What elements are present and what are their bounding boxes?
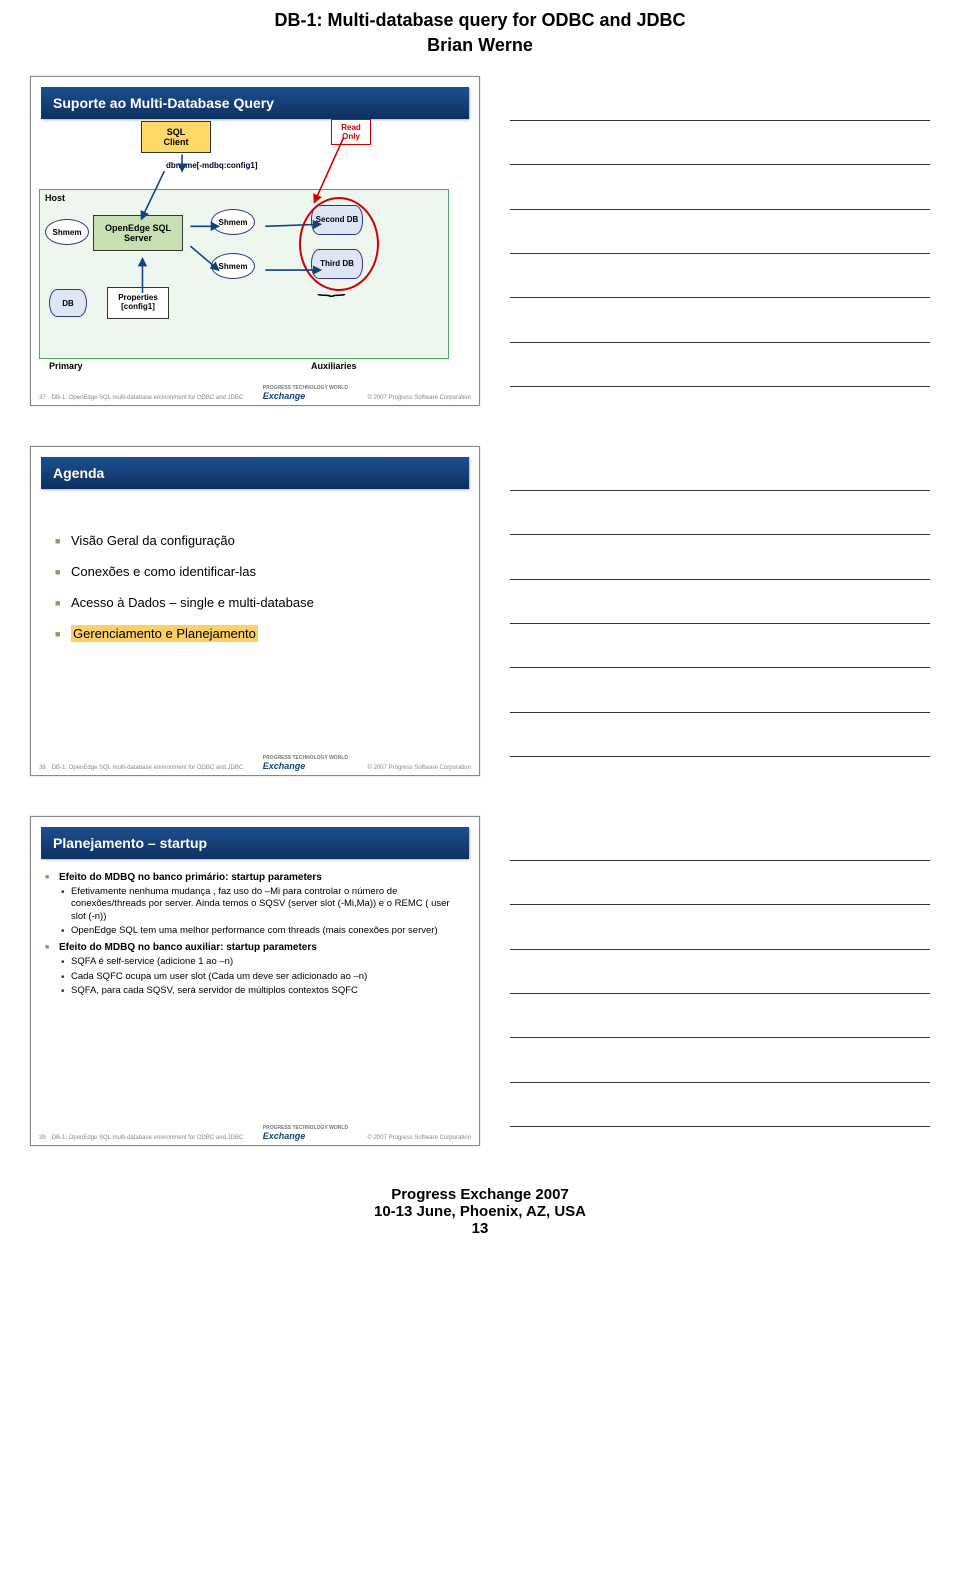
s3-bullet-1: Efeito do MDBQ no banco primário: startu… xyxy=(45,871,465,884)
s3-sub-2-2: Cada SQFC ocupa um user slot (Cada um de… xyxy=(45,971,465,983)
exchange-logo: PROGRESS TECHNOLOGY WORLDExchange xyxy=(263,1125,348,1141)
note-line xyxy=(510,228,930,254)
slide2-footer: 38 DB-1: OpenEdge SQL multi-database env… xyxy=(39,755,471,771)
shmem-1: Shmem xyxy=(45,219,89,245)
logo-main: Exchange xyxy=(263,1131,306,1141)
openedge-sql-server-box: OpenEdge SQL Server xyxy=(93,215,183,251)
note-line xyxy=(510,642,930,668)
slide-3: Planejamento – startup Efeito do MDBQ no… xyxy=(30,816,480,1146)
slide-2: Agenda Visão Geral da configuração Conex… xyxy=(30,446,480,776)
slide-row-2: Agenda Visão Geral da configuração Conex… xyxy=(30,446,930,776)
s3-sub-2-3: SQFA, para cada SQSV, será servidor de m… xyxy=(45,985,465,997)
slide1-footer: 37 DB-1: OpenEdge SQL multi-database env… xyxy=(39,385,471,401)
note-line xyxy=(510,509,930,535)
document-author: Brian Werne xyxy=(30,35,930,56)
document-footer: Progress Exchange 2007 10-13 June, Phoen… xyxy=(30,1186,930,1237)
shmem-2: Shmem xyxy=(211,209,255,235)
note-line xyxy=(510,879,930,905)
slide3-body: Efeito do MDBQ no banco primário: startu… xyxy=(31,859,479,1003)
slide1-num: 37 xyxy=(39,395,46,401)
brace-icon: ⏟ xyxy=(317,279,346,297)
copyright: © 2007 Progress Software Corporation xyxy=(368,395,471,401)
exchange-logo: PROGRESS TECHNOLOGY WORLDExchange xyxy=(263,385,348,401)
db-primary-cylinder: DB xyxy=(49,289,87,317)
slide1-diagram: SQL Client Read Only dbname[-mdbq:config… xyxy=(31,119,479,379)
copyright: © 2007 Progress Software Corporation xyxy=(368,1135,471,1141)
note-line xyxy=(510,598,930,624)
note-line xyxy=(510,924,930,950)
agenda-item-4: Gerenciamento e Planejamento xyxy=(55,626,455,641)
sql-client-box: SQL Client xyxy=(141,121,211,153)
slide2-num: 38 xyxy=(39,765,46,771)
slide2-title: Agenda xyxy=(41,457,469,489)
footer-line-3: 13 xyxy=(30,1220,930,1237)
s3-sub-1-1: Efetivamente nenhuma mudança , faz uso d… xyxy=(45,886,465,923)
note-lines-3 xyxy=(510,816,930,1146)
s3-sub-2-1: SQFA é self-service (adicione 1 ao –n) xyxy=(45,956,465,968)
primary-label: Primary xyxy=(49,361,83,371)
logo-main: Exchange xyxy=(263,391,306,401)
note-line xyxy=(510,465,930,491)
exchange-logo: PROGRESS TECHNOLOGY WORLDExchange xyxy=(263,755,348,771)
slide3-num: 39 xyxy=(39,1135,46,1141)
note-line xyxy=(510,317,930,343)
note-line xyxy=(510,184,930,210)
dbname-label: dbname[-mdbq:config1] xyxy=(166,161,258,170)
agenda-item-4-hl: Gerenciamento e Planejamento xyxy=(71,625,258,642)
note-line xyxy=(510,554,930,580)
note-lines-2 xyxy=(510,446,930,776)
note-line xyxy=(510,272,930,298)
note-line xyxy=(510,139,930,165)
note-lines-1 xyxy=(510,76,930,406)
slide-foot-ref: DB-1: OpenEdge SQL multi-database enviro… xyxy=(52,765,244,771)
slide-1: Suporte ao Multi-Database Query SQL Clie… xyxy=(30,76,480,406)
document-title: DB-1: Multi-database query for ODBC and … xyxy=(30,10,930,31)
footer-line-1: Progress Exchange 2007 xyxy=(30,1186,930,1203)
note-line xyxy=(510,361,930,387)
note-line xyxy=(510,687,930,713)
copyright: © 2007 Progress Software Corporation xyxy=(368,765,471,771)
logo-main: Exchange xyxy=(263,761,306,771)
agenda-list: Visão Geral da configuração Conexões e c… xyxy=(49,499,461,675)
s3-bullet-2: Efeito do MDBQ no banco auxiliar: startu… xyxy=(45,941,465,954)
slide1-title: Suporte ao Multi-Database Query xyxy=(41,87,469,119)
host-label: Host xyxy=(45,193,65,203)
s3-sub-1-2: OpenEdge SQL tem uma melhor performance … xyxy=(45,925,465,937)
shmem-3: Shmem xyxy=(211,253,255,279)
read-only-box: Read Only xyxy=(331,119,371,145)
note-line xyxy=(510,1101,930,1127)
agenda-item-1: Visão Geral da configuração xyxy=(55,533,455,548)
slide-row-3: Planejamento – startup Efeito do MDBQ no… xyxy=(30,816,930,1146)
note-line xyxy=(510,968,930,994)
auxiliary-oval xyxy=(299,197,379,291)
agenda-item-3: Acesso à Dados – single e multi-database xyxy=(55,595,455,610)
note-line xyxy=(510,731,930,757)
properties-box: Properties [config1] xyxy=(107,287,169,319)
auxiliaries-label: Auxiliaries xyxy=(311,361,357,371)
slide-row-1: Suporte ao Multi-Database Query SQL Clie… xyxy=(30,76,930,406)
slide-foot-ref: DB-1: OpenEdge SQL multi-database enviro… xyxy=(52,1135,244,1141)
footer-line-2: 10-13 June, Phoenix, AZ, USA xyxy=(30,1203,930,1220)
note-line xyxy=(510,95,930,121)
slide-foot-ref: DB-1: OpenEdge SQL multi-database enviro… xyxy=(52,395,244,401)
agenda-item-2: Conexões e como identificar-las xyxy=(55,564,455,579)
slide3-title: Planejamento – startup xyxy=(41,827,469,859)
note-line xyxy=(510,1057,930,1083)
slide3-footer: 39 DB-1: OpenEdge SQL multi-database env… xyxy=(39,1125,471,1141)
note-line xyxy=(510,1012,930,1038)
slide2-body: Visão Geral da configuração Conexões e c… xyxy=(31,489,479,685)
properties-config: [config1] xyxy=(121,303,155,312)
note-line xyxy=(510,835,930,861)
